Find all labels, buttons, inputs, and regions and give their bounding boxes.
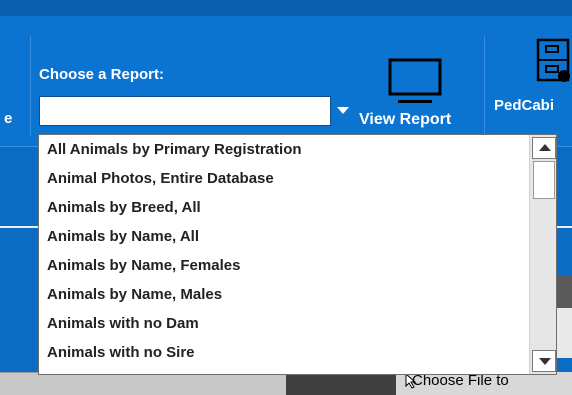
dropdown-item[interactable]: Animal Photos, Entire Database xyxy=(39,164,528,193)
monitor-icon[interactable] xyxy=(388,58,442,108)
dropdown-item[interactable]: Animals by Name, All xyxy=(39,222,528,251)
ribbon-separator xyxy=(30,36,31,136)
scroll-down-button[interactable] xyxy=(532,350,556,372)
dropdown-item[interactable]: Animals with no Dam xyxy=(39,309,528,338)
ribbon-top-bar xyxy=(0,0,572,16)
report-dropdown-list[interactable]: All Animals by Primary Registration Anim… xyxy=(38,134,557,375)
file-cabinet-icon[interactable] xyxy=(536,16,572,84)
scroll-down-icon xyxy=(539,358,551,365)
dropdown-item[interactable]: Animals by Name, Females xyxy=(39,251,528,280)
dropdown-items: All Animals by Primary Registration Anim… xyxy=(39,135,528,367)
ribbon-left-cut-label: e xyxy=(4,110,13,127)
view-report-button[interactable]: View Report xyxy=(359,111,451,129)
dropdown-item[interactable]: Animals by Breed, All xyxy=(39,193,528,222)
dropdown-item[interactable]: Animals by Name, Males xyxy=(39,280,528,309)
background-bottom-strip xyxy=(0,372,286,395)
pedcabinet-button-label[interactable]: PedCabi xyxy=(494,97,554,114)
dropdown-item[interactable]: All Animals by Primary Registration xyxy=(39,135,528,164)
chevron-down-icon xyxy=(337,107,349,114)
ribbon-separator xyxy=(484,36,485,136)
report-combo-dropdown-button[interactable] xyxy=(330,96,354,126)
report-combo-box[interactable] xyxy=(39,96,354,126)
dropdown-scrollbar[interactable] xyxy=(529,135,556,374)
dropdown-item[interactable]: Animals with no Sire xyxy=(39,338,528,367)
choose-report-label: Choose a Report: xyxy=(39,66,165,83)
scrollbar-thumb[interactable] xyxy=(533,161,555,199)
scroll-up-icon xyxy=(539,144,551,151)
background-bottom-dark xyxy=(286,372,396,395)
scroll-up-button[interactable] xyxy=(532,137,556,159)
